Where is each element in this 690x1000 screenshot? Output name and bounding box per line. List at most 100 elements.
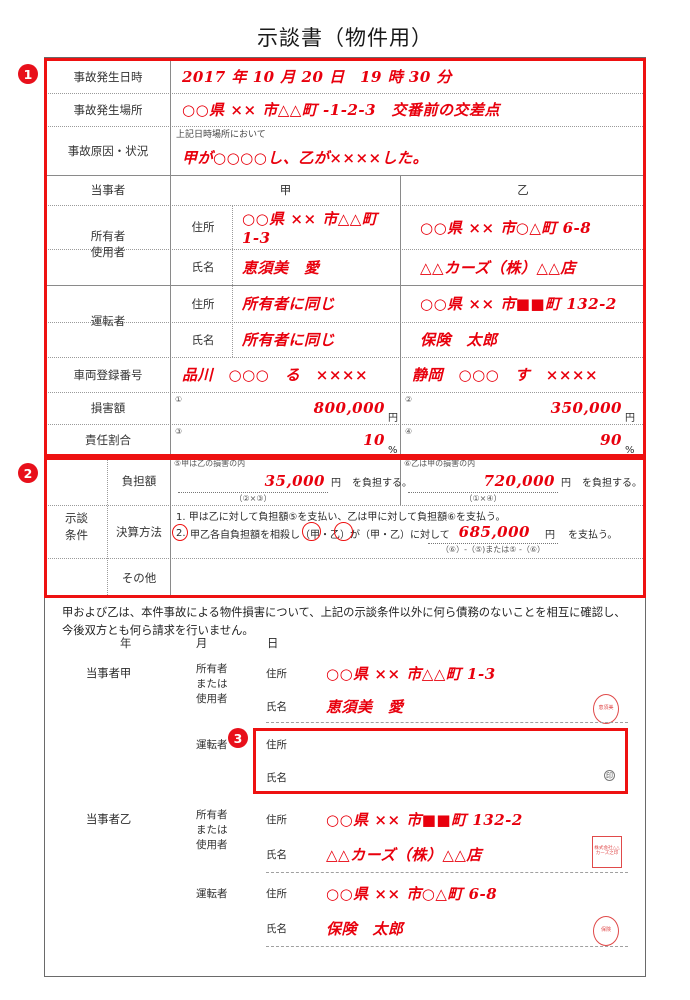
value-burden-b[interactable]: 720,000	[455, 470, 555, 492]
date-day-label[interactable]: 日	[267, 634, 297, 652]
label-driver-address: 住所	[191, 296, 215, 311]
seal-party-a-owner: 恵須美	[593, 694, 619, 724]
label-damage-amount: 損害額	[90, 401, 126, 415]
value-driver-address-b[interactable]: ○○県 ×× 市■■町 132-2	[420, 285, 645, 322]
document-page: 示談書（物件用） 事故発生日時 2017 年 10 月 20 日 19 時 30…	[0, 0, 690, 1000]
unit-liability-b: %	[625, 445, 635, 456]
signature-party-a-owner-address-label: 住所	[266, 667, 287, 680]
value-owner-address-b[interactable]: ○○県 ×× 市○△町 6-8	[420, 205, 645, 249]
label-settlement-line2: 条件	[65, 527, 88, 542]
value-burden-a[interactable]: 35,000	[225, 470, 325, 492]
signature-party-a-driver-address[interactable]	[326, 733, 586, 755]
owner-label-line2: または	[196, 824, 228, 837]
signature-party-a-driver-name[interactable]	[326, 766, 566, 788]
label-other: その他	[121, 570, 157, 585]
label-parties: 当事者	[90, 183, 126, 197]
owner-label-line1: 所有者	[196, 663, 228, 675]
method-line-1: 1. 甲は乙に対して負担額⑤を支払い、乙は甲に対して負担額⑥を支払う。	[176, 511, 506, 523]
value-driver-address-a[interactable]: 所有者に同じ	[242, 285, 400, 322]
formula-burden-b: （①×④）	[464, 493, 502, 503]
marker-damage-a: ①	[175, 395, 183, 404]
seal-party-b-driver: 保険	[593, 916, 619, 946]
value-driver-name-b[interactable]: 保険 太郎	[420, 322, 645, 357]
signature-party-b-owner-address-label: 住所	[266, 813, 287, 826]
signature-party-a-owner-address[interactable]: ○○県 ×× 市△△町 1-3	[326, 662, 586, 684]
page-title: 示談書（物件用）	[257, 26, 433, 50]
value-vehicle-number-b[interactable]: 静岡 ○○○ す ××××	[412, 357, 645, 392]
suffix-burden-a: を負担する。	[352, 477, 412, 489]
value-owner-name-b[interactable]: △△カーズ（株）△△店	[420, 249, 645, 285]
formula-settlement: （⑥）-（⑤)または⑤ -（⑥）	[440, 544, 546, 554]
value-accident-place[interactable]: ○○県 ×× 市△△町 -1-2-3 交番前の交差点	[182, 93, 642, 126]
signature-party-b-title: 当事者乙	[86, 813, 132, 826]
marker-liability-b: ④	[405, 427, 413, 436]
annotation-circle-party-a	[334, 522, 353, 541]
column-header-party-b: 乙	[517, 183, 529, 197]
owner-label-line3: 使用者	[196, 693, 228, 706]
signature-party-b-owner-label: 所有者 または 使用者	[196, 808, 252, 854]
label-accident-datetime: 事故発生日時	[73, 69, 143, 84]
value-accident-cause[interactable]: 甲が○○○○し、乙が××××した。	[182, 142, 642, 172]
signature-party-b-driver-name[interactable]: 保険 太郎	[326, 916, 566, 940]
value-owner-name-a[interactable]: 恵須美 愛	[242, 249, 400, 285]
value-damage-a[interactable]: 800,000	[240, 392, 385, 424]
label-accident-place: 事故発生場所	[73, 102, 143, 117]
rule	[45, 597, 645, 598]
marker-liability-a: ③	[175, 427, 183, 436]
agreement-line-1: 甲および乙は、本件事故による物件損害について、上記の示談条件以外に何ら債務のない…	[62, 606, 626, 619]
signature-party-a-owner-name[interactable]: 恵須美 愛	[326, 694, 566, 718]
value-liability-a[interactable]: 10	[240, 424, 385, 456]
signature-party-b-driver-label: 運転者	[196, 887, 228, 900]
unit-burden-b: 円	[561, 477, 571, 489]
value-settlement-payment[interactable]: 685,000	[430, 521, 530, 543]
signature-party-b-driver-address-label: 住所	[266, 887, 287, 900]
unit-settlement-payment: 円	[545, 529, 555, 541]
signature-party-b-owner-name-label: 氏名	[266, 848, 287, 861]
label-settlement-conditions: 示談 条件	[46, 456, 107, 597]
suffix-burden-b: を負担する。	[582, 477, 642, 489]
signature-party-a-owner-label: 所有者 または 使用者	[196, 662, 252, 708]
signature-party-b-owner-address[interactable]: ○○県 ×× 市■■町 132-2	[326, 808, 586, 830]
rule	[170, 60, 171, 456]
owner-label-line1: 所有者	[196, 809, 228, 821]
label-owner-line1: 所有者	[90, 229, 126, 244]
label-vehicle-number: 車両登録番号	[73, 367, 143, 382]
value-vehicle-number-a[interactable]: 品川 ○○○ る ××××	[182, 357, 400, 392]
marker-damage-b: ②	[405, 395, 413, 404]
rule	[266, 722, 628, 723]
marker-3: 3	[228, 728, 248, 748]
annotation-circle-party-b	[302, 522, 321, 541]
date-month-label[interactable]: 月	[196, 634, 226, 652]
value-accident-datetime[interactable]: 2017 年 10 月 20 日 19 時 30 分	[182, 60, 642, 93]
marker-1: 1	[18, 64, 38, 84]
signature-party-b-driver-address[interactable]: ○○県 ×× 市○△町 6-8	[326, 882, 586, 904]
label-settlement-method: 決算方法	[116, 524, 162, 539]
note-accident-cause: 上記日時場所において	[176, 130, 266, 140]
signature-party-b-owner-name[interactable]: △△カーズ（株）△△店	[326, 842, 576, 866]
value-damage-b[interactable]: 350,000	[470, 392, 622, 424]
label-owner-address: 住所	[191, 220, 215, 234]
unit-damage-b: 円	[625, 413, 635, 424]
signature-party-b-driver-name-label: 氏名	[266, 922, 287, 935]
date-year-label[interactable]: 年	[120, 634, 150, 652]
note-burden-a: ⑤甲は乙の損害の内	[174, 459, 246, 468]
signature-party-a-driver-address-label: 住所	[266, 738, 287, 751]
label-owner-line2: 使用者	[90, 245, 126, 259]
label-driver-name: 氏名	[191, 332, 215, 347]
rule	[266, 946, 628, 947]
signature-party-a-driver-name-label: 氏名	[266, 771, 287, 784]
signature-party-a-owner-name-label: 氏名	[266, 700, 287, 713]
seal-party-b-owner: 株式会社△△カーズ之印	[592, 836, 622, 868]
label-owner-name: 氏名	[191, 260, 215, 274]
rule	[170, 456, 171, 597]
value-liability-b[interactable]: 90	[470, 424, 622, 456]
annotation-circle-option-2	[172, 524, 188, 541]
seal-placeholder-icon: 印	[604, 770, 615, 781]
value-driver-name-a[interactable]: 所有者に同じ	[242, 322, 400, 357]
label-burden-amount: 負担額	[121, 473, 157, 488]
label-settlement-line1: 示談	[65, 511, 88, 526]
value-other[interactable]	[176, 558, 636, 597]
formula-burden-a: （②×③）	[234, 493, 272, 503]
label-liability-ratio: 責任割合	[85, 433, 131, 447]
value-owner-address-a[interactable]: ○○県 ×× 市△△町 1-3	[242, 205, 400, 249]
